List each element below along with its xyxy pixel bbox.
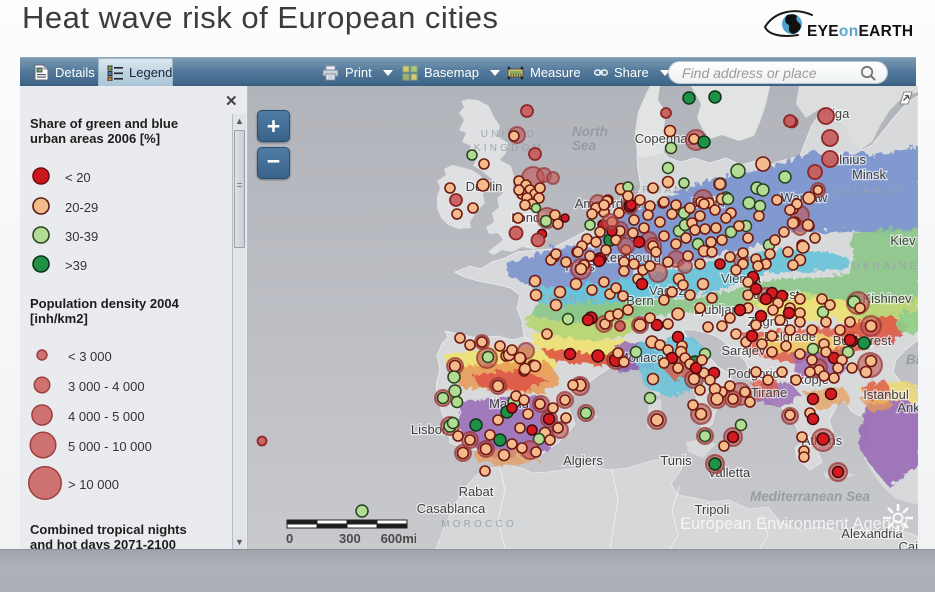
svg-text:UKRAINE: UKRAINE bbox=[853, 261, 918, 272]
svg-text:Rabat: Rabat bbox=[459, 484, 494, 499]
svg-text:Ankara: Ankara bbox=[897, 400, 918, 415]
svg-text:Cairo: Cairo bbox=[898, 539, 918, 549]
svg-text:North: North bbox=[572, 124, 608, 139]
svg-text:EYEonEARTH: EYEonEARTH bbox=[807, 23, 912, 40]
svg-text:Minsk: Minsk bbox=[852, 167, 886, 182]
svg-text:Kiev: Kiev bbox=[890, 233, 916, 248]
svg-text:Tirane: Tirane bbox=[751, 385, 787, 400]
svg-text:Sea: Sea bbox=[572, 138, 597, 153]
svg-text:Black: Black bbox=[906, 352, 918, 367]
svg-text:Casablanca: Casablanca bbox=[417, 501, 486, 516]
svg-text:Tunis: Tunis bbox=[660, 453, 692, 468]
svg-text:300: 300 bbox=[339, 531, 361, 546]
svg-text:MOROCCO: MOROCCO bbox=[441, 519, 517, 530]
svg-text:BELARUS: BELARUS bbox=[834, 186, 903, 197]
svg-text:Algiers: Algiers bbox=[563, 453, 603, 468]
svg-text:0: 0 bbox=[286, 531, 293, 546]
svg-text:600mi: 600mi bbox=[381, 531, 416, 546]
svg-text:Mediterranean Sea: Mediterranean Sea bbox=[750, 489, 871, 504]
